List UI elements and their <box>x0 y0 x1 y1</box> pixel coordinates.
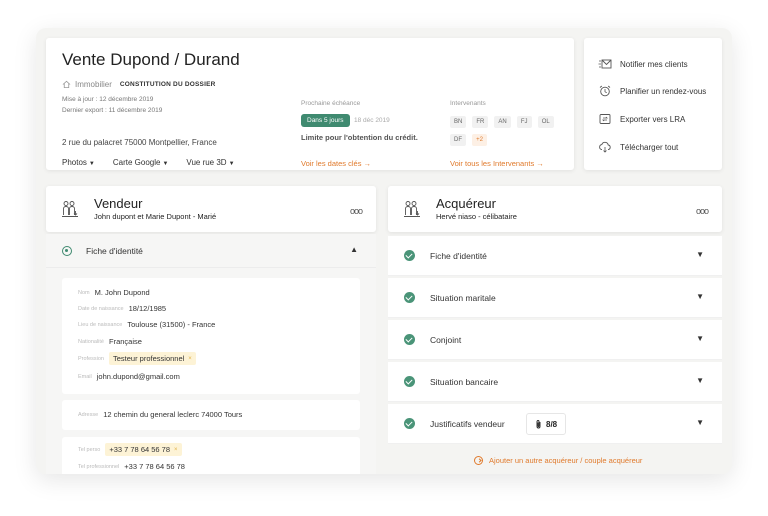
buyer-item-marital[interactable]: Situation maritale ▼ <box>388 278 722 318</box>
participant-chip[interactable]: OL <box>537 116 554 128</box>
download-all-button[interactable]: Télécharger tout <box>598 141 678 153</box>
participant-chip[interactable]: FR <box>472 116 489 128</box>
check-icon <box>404 292 415 303</box>
field-nationality: Nationalité Française <box>78 337 142 346</box>
seller-header: Vendeur John dupont et Marie Dupont - Ma… <box>46 186 376 232</box>
deadline-date: 18 déc 2019 <box>354 117 390 124</box>
media-links: Photos ▼ Carte Google ▼ Vue rue 3D ▼ <box>62 158 235 167</box>
chevron-down-icon[interactable]: ▼ <box>696 334 704 343</box>
dossier-header: Vente Dupond / Durand Immobilier CONSTIT… <box>46 38 574 170</box>
people-icon <box>62 201 78 217</box>
field-name: Nom M. John Dupond <box>78 288 150 297</box>
participant-chip[interactable]: BN <box>450 116 467 128</box>
seller-subtitle: John dupont et Marie Dupont - Marié <box>94 212 217 221</box>
buyer-more-button[interactable]: ooo <box>696 206 709 216</box>
app-frame: Vente Dupond / Durand Immobilier CONSTIT… <box>36 28 732 474</box>
buyer-item-identity[interactable]: Fiche d'identité ▼ <box>388 236 722 276</box>
identity-card: Nom M. John Dupond Date de naissance 18/12… <box>62 278 360 394</box>
chevron-up-icon[interactable]: ▲ <box>350 245 358 254</box>
buyer-title: Acquéreur <box>436 196 496 211</box>
check-icon <box>404 334 415 345</box>
field-phone-personal: Tel perso +33 7 78 64 56 78 × <box>78 443 182 456</box>
notify-clients-button[interactable]: Notifier mes clients <box>598 58 688 70</box>
next-deadline-label: Prochaine échéance <box>301 100 361 107</box>
all-participants-link[interactable]: Voir tous les Intervenants → <box>450 159 544 168</box>
photos-dropdown[interactable]: Photos ▼ <box>62 158 95 167</box>
active-indicator-icon <box>62 246 72 256</box>
home-icon <box>62 80 71 89</box>
stage-label: CONSTITUTION DU DOSSIER <box>119 81 216 88</box>
cloud-download-icon <box>599 141 611 153</box>
field-email: Email john.dupond@gmail.com <box>78 372 180 381</box>
phones-card: Tel perso +33 7 78 64 56 78 × Tel professi… <box>62 437 360 474</box>
alarm-clock-icon <box>599 85 611 97</box>
category-label: Immobilier <box>75 80 112 89</box>
address-card: Adresse 12 chemin du general leclerc 7400… <box>62 400 360 430</box>
field-profession: Profession Testeur professionnel × <box>78 352 196 365</box>
people-icon <box>404 201 420 217</box>
documents-count-badge[interactable]: 8/8 <box>526 413 567 435</box>
chevron-down-icon[interactable]: ▼ <box>696 376 704 385</box>
updated-date: Mise à jour : 12 décembre 2019 <box>62 96 154 103</box>
add-buyer-link[interactable]: Ajouter un autre acquéreur / couple acqu… <box>474 456 642 465</box>
property-address: 2 rue du palacret 75000 Montpellier, Fra… <box>62 138 217 147</box>
key-dates-link[interactable]: Voir les dates clés → <box>301 159 371 168</box>
page-title: Vente Dupond / Durand <box>62 50 240 69</box>
buyer-header: Acquéreur Hervé niaso - célibataire ooo <box>388 186 722 232</box>
street-view-dropdown[interactable]: Vue rue 3D ▼ <box>186 158 234 167</box>
seller-body: Fiche d'identité ▲ Nom M. John Dupond Dat… <box>46 234 376 474</box>
identity-section-toggle[interactable]: Fiche d'identité ▲ <box>46 234 376 268</box>
field-address: Adresse 12 chemin du general leclerc 7400… <box>78 410 243 419</box>
export-lra-button[interactable]: Exporter vers LRA <box>598 113 685 125</box>
export-date: Dernier export : 11 décembre 2019 <box>62 107 163 114</box>
notify-icon <box>598 59 612 69</box>
identity-section-label: Fiche d'identité <box>86 246 143 256</box>
close-icon: × <box>188 355 192 362</box>
participants-more-chip[interactable]: +2 <box>472 134 487 146</box>
highlighted-value[interactable]: +33 7 78 64 56 78 × <box>105 443 182 456</box>
paperclip-icon <box>536 420 541 429</box>
participant-chip[interactable]: FJ <box>516 116 532 128</box>
deadline-pill: Dans 5 jours <box>301 114 350 127</box>
seller-more-button[interactable]: ooo <box>350 206 363 216</box>
close-icon: × <box>174 446 178 453</box>
seller-title: Vendeur <box>94 196 143 211</box>
actions-panel: Notifier mes clients Planifier un rendez… <box>584 38 722 170</box>
deadline-text: Limite pour l'obtention du crédit. <box>301 133 418 142</box>
participant-chip[interactable]: DF <box>450 134 466 146</box>
add-circle-icon <box>474 456 483 465</box>
participants-list: BN FR AN FJ OL DF +2 <box>450 116 560 146</box>
export-icon <box>599 114 611 124</box>
participant-chip[interactable]: AN <box>494 116 511 128</box>
chevron-down-icon[interactable]: ▼ <box>696 418 704 427</box>
field-phone-work: Tel professionnel +33 7 78 64 56 78 <box>78 462 185 471</box>
highlighted-value[interactable]: Testeur professionnel × <box>109 352 196 365</box>
field-birthdate: Date de naissance 18/12/1985 <box>78 304 167 313</box>
chevron-down-icon[interactable]: ▼ <box>696 292 704 301</box>
buyer-subtitle: Hervé niaso - célibataire <box>436 212 517 221</box>
participants-label: Intervenants <box>450 100 486 107</box>
buyer-item-spouse[interactable]: Conjoint ▼ <box>388 320 722 360</box>
check-icon <box>404 250 415 261</box>
check-icon <box>404 376 415 387</box>
schedule-meeting-button[interactable]: Planifier un rendez-vous <box>598 85 706 97</box>
chevron-down-icon[interactable]: ▼ <box>696 250 704 259</box>
buyer-item-banking[interactable]: Situation bancaire ▼ <box>388 362 722 402</box>
buyer-item-documents[interactable]: Justificatifs vendeur 8/8 ▼ <box>388 404 722 444</box>
check-icon <box>404 418 415 429</box>
dossier-tags: Immobilier CONSTITUTION DU DOSSIER <box>62 80 216 89</box>
google-map-dropdown[interactable]: Carte Google ▼ <box>113 158 169 167</box>
field-birthplace: Lieu de naissance Toulouse (31500) - Fran… <box>78 320 216 329</box>
